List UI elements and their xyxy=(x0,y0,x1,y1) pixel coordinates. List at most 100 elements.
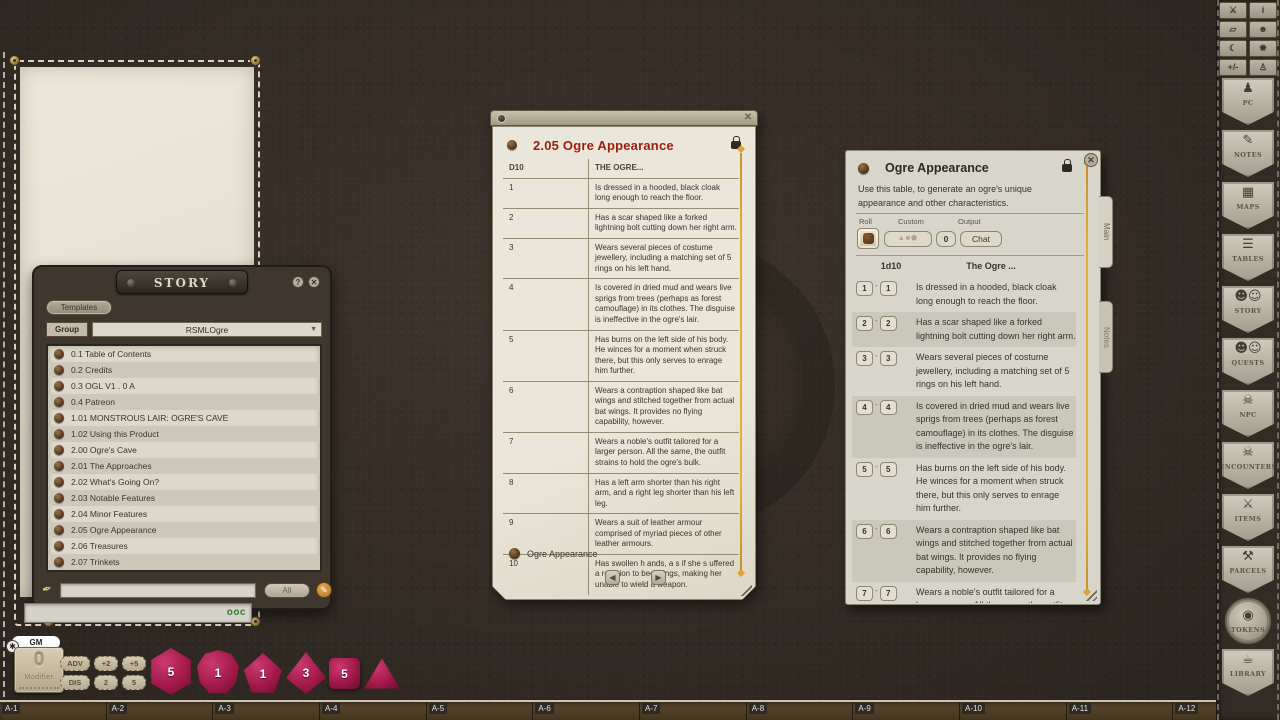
table-window-header[interactable]: Ogre Appearance xyxy=(858,159,1072,177)
map-pointer-button[interactable]: ▱ xyxy=(1219,21,1247,38)
link-sphere-icon[interactable] xyxy=(507,140,517,150)
story-list-item[interactable]: 2.05 Ogre Appearance xyxy=(48,522,320,538)
sidebar-button-pc[interactable]: ♟PC xyxy=(1222,78,1274,125)
sidebar-button-notes[interactable]: ✎NOTES xyxy=(1222,130,1274,177)
range-to-chip[interactable]: 3 xyxy=(880,351,897,366)
story-list-item[interactable]: 2.04 Minor Features xyxy=(48,506,320,522)
sidebar-button-story[interactable]: ☻☺STORY xyxy=(1222,286,1274,333)
hotkey-slot[interactable]: A-11 xyxy=(1067,702,1174,720)
group-dropdown[interactable]: RSMLOgre ▼ xyxy=(92,322,322,337)
sidebar-button-quests[interactable]: ☻☺QUESTS xyxy=(1222,338,1274,385)
d12-die[interactable]: 1 xyxy=(196,650,240,695)
scroll-anchor-decoration[interactable] xyxy=(740,153,742,571)
story-list-item[interactable]: 1.02 Using this Product xyxy=(48,426,320,442)
range-from-chip[interactable]: 4 xyxy=(856,400,873,415)
range-to-chip[interactable]: 1 xyxy=(880,281,897,296)
story-list-item[interactable]: 2.02 What's Going On? xyxy=(48,474,320,490)
chat-input[interactable]: ooc xyxy=(24,603,252,623)
link-sphere-icon[interactable] xyxy=(858,163,869,174)
moon-phase-button[interactable]: ☾ xyxy=(1219,40,1247,57)
story-list-item[interactable]: 0.4 Patreon xyxy=(48,394,320,410)
ooc-mode-tag[interactable]: ooc xyxy=(227,607,246,618)
tab-notes[interactable]: Notes xyxy=(1099,301,1113,373)
masks-button[interactable]: ☻ xyxy=(1249,21,1277,38)
character-button[interactable]: ♙ xyxy=(1249,59,1277,76)
sidebar-button-library[interactable]: ☕LIBRARY xyxy=(1222,649,1274,696)
sidebar-button-tokens[interactable]: ◉TOKENS xyxy=(1225,598,1271,644)
close-icon[interactable]: ✕ xyxy=(742,112,754,124)
templates-button[interactable]: Templates xyxy=(46,300,112,315)
next-page-button[interactable]: ▶ xyxy=(651,570,666,585)
story-list-item[interactable]: 1.01 MONSTROUS LAIR: OGRE'S CAVE xyxy=(48,410,320,426)
resize-grip[interactable] xyxy=(738,582,752,596)
hotkey-slot[interactable]: A-5 xyxy=(427,702,534,720)
filter-all-button[interactable]: All xyxy=(264,583,310,598)
story-list-item[interactable]: 2.03 Notable Features xyxy=(48,490,320,506)
close-button[interactable]: ✕ xyxy=(308,276,320,288)
edit-button[interactable]: ✎ xyxy=(316,582,332,598)
sidebar-button-items[interactable]: ⚔ITEMS xyxy=(1222,494,1274,541)
quick-button-dis[interactable]: DIS xyxy=(60,675,90,690)
sidebar-button-tables[interactable]: ☰TABLES xyxy=(1222,234,1274,281)
hotkey-slot[interactable]: A-10 xyxy=(960,702,1067,720)
quick-button-adv[interactable]: ADV xyxy=(60,656,90,671)
range-to-chip[interactable]: 2 xyxy=(880,316,897,331)
range-from-chip[interactable]: 3 xyxy=(856,351,873,366)
window-handle-icon[interactable] xyxy=(497,114,506,123)
lock-icon[interactable] xyxy=(1062,164,1072,172)
hotkey-slot[interactable]: A-2 xyxy=(107,702,214,720)
table-row[interactable]: 2-2Has a scar shaped like a forked light… xyxy=(852,312,1076,347)
scroll-anchor-decoration[interactable] xyxy=(1086,165,1088,592)
output-chat-button[interactable]: Chat xyxy=(960,231,1002,247)
range-to-chip[interactable]: 4 xyxy=(880,400,897,415)
table-row[interactable]: 1-1Is dressed in a hooded, black cloak l… xyxy=(852,277,1076,312)
sidebar-button-encounters[interactable]: ☠ENCOUNTERS xyxy=(1222,442,1274,489)
range-from-chip[interactable]: 7 xyxy=(856,586,873,601)
party-info-button[interactable]: i xyxy=(1249,2,1277,19)
d8-die[interactable]: 3 xyxy=(286,652,326,694)
range-from-chip[interactable]: 2 xyxy=(856,316,873,331)
range-from-chip[interactable]: 6 xyxy=(856,524,873,539)
quick-button-plus5[interactable]: +5 xyxy=(122,656,146,671)
roll-dice-button[interactable] xyxy=(857,228,879,249)
tab-main[interactable]: Main xyxy=(1099,196,1113,268)
d10-die[interactable]: 1 xyxy=(243,653,283,694)
hotkey-slot[interactable]: A-6 xyxy=(533,702,640,720)
story-list-item[interactable]: 2.00 Ogre's Cave xyxy=(48,442,320,458)
range-to-chip[interactable]: 6 xyxy=(880,524,897,539)
crossed-swords-button[interactable]: ⚔ xyxy=(1219,2,1247,19)
d20-die[interactable]: 5 xyxy=(148,648,194,695)
quick-button-plus2[interactable]: +2 xyxy=(94,656,118,671)
close-button[interactable]: ✕ xyxy=(1084,153,1098,167)
search-input[interactable] xyxy=(60,583,256,598)
hotkey-slot[interactable]: A-7 xyxy=(640,702,747,720)
hotkey-slot[interactable]: A-3 xyxy=(213,702,320,720)
story-list-item[interactable]: 0.1 Table of Contents xyxy=(48,346,320,362)
table-row[interactable]: 3-3Wears several pieces of costume jewel… xyxy=(852,347,1076,396)
range-from-chip[interactable]: 5 xyxy=(856,462,873,477)
range-to-chip[interactable]: 7 xyxy=(880,586,897,601)
table-row[interactable]: 7-7Wears a noble's outfit tailored for a… xyxy=(852,582,1076,604)
d4-die[interactable] xyxy=(364,657,400,690)
page-window-titlebar[interactable]: ✕ xyxy=(490,110,758,126)
sidebar-button-parcels[interactable]: ⚒PARCELS xyxy=(1222,546,1274,593)
sidebar-button-npc[interactable]: ☠NPC xyxy=(1222,390,1274,437)
hotkey-slot[interactable]: A-8 xyxy=(747,702,854,720)
plus-minus-button[interactable]: +/- xyxy=(1219,59,1247,76)
hotkey-slot[interactable]: A-1 xyxy=(0,702,107,720)
range-to-chip[interactable]: 5 xyxy=(880,462,897,477)
story-list-item[interactable]: 0.2 Credits xyxy=(48,362,320,378)
table-row[interactable]: 5-5Has burns on the left side of his bod… xyxy=(852,458,1076,520)
custom-dice-buttons[interactable]: ▲■⬟ xyxy=(884,231,932,247)
modifier-box[interactable]: 0 Modifier xyxy=(14,647,64,693)
previous-page-button[interactable]: ◀ xyxy=(605,570,620,585)
story-list-item[interactable]: 2.06 Treasures xyxy=(48,538,320,554)
d6-die[interactable]: 5 xyxy=(329,658,360,689)
story-window-title[interactable]: STORY xyxy=(116,270,248,294)
settings-gear-button[interactable]: ✹ xyxy=(1249,40,1277,57)
quick-button-2[interactable]: 2 xyxy=(94,675,118,690)
table-row[interactable]: 6-6Wears a contraption shaped like bat w… xyxy=(852,520,1076,582)
sidebar-button-maps[interactable]: ▦MAPS xyxy=(1222,182,1274,229)
footer-table-link[interactable]: Ogre Appearance xyxy=(509,548,598,559)
table-row[interactable]: 4-4Is covered in dried mud and wears liv… xyxy=(852,396,1076,458)
